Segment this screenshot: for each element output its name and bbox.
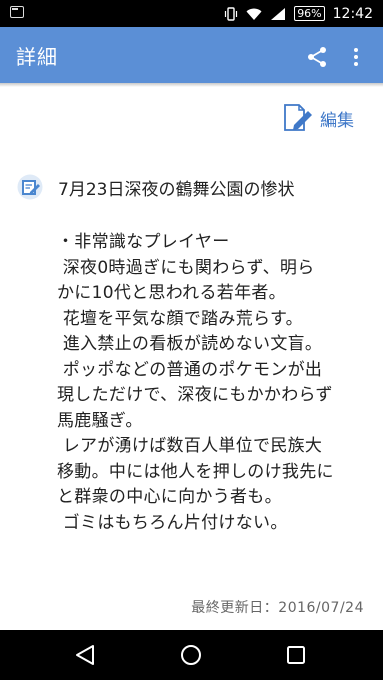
signal-icon <box>271 7 286 20</box>
vibrate-icon <box>225 6 238 21</box>
status-bar: 96% 12:42 <box>0 0 383 27</box>
battery-indicator: 96% <box>294 6 325 21</box>
status-indicators: 96% 12:42 <box>224 0 373 27</box>
post-body: ・非常識なプレイヤー 深夜0時過ぎにも関わらず、明ら かに10代と思われる若年者… <box>57 232 334 533</box>
edit-label: 編集 <box>320 110 354 131</box>
back-icon[interactable] <box>75 644 95 666</box>
app-bar: 詳細 <box>0 27 383 83</box>
recent-apps-icon[interactable] <box>286 645 306 665</box>
edit-button[interactable]: 編集 <box>282 103 354 133</box>
post-title: 7月23日深夜の鶴舞公園の惨状 <box>58 180 295 200</box>
more-vert-icon[interactable] <box>352 45 360 69</box>
app-bar-shadow <box>0 83 383 87</box>
sim-icon <box>10 6 24 18</box>
memo-icon <box>17 174 43 200</box>
page-title: 詳細 <box>16 45 58 69</box>
share-icon[interactable] <box>305 45 329 69</box>
clock: 12:42 <box>332 5 373 22</box>
wifi-icon <box>246 8 262 20</box>
last-updated: 最終更新日：2016/07/24 <box>191 600 364 616</box>
edit-icon <box>284 104 312 131</box>
home-icon[interactable] <box>180 644 202 666</box>
navigation-bar <box>0 630 383 680</box>
